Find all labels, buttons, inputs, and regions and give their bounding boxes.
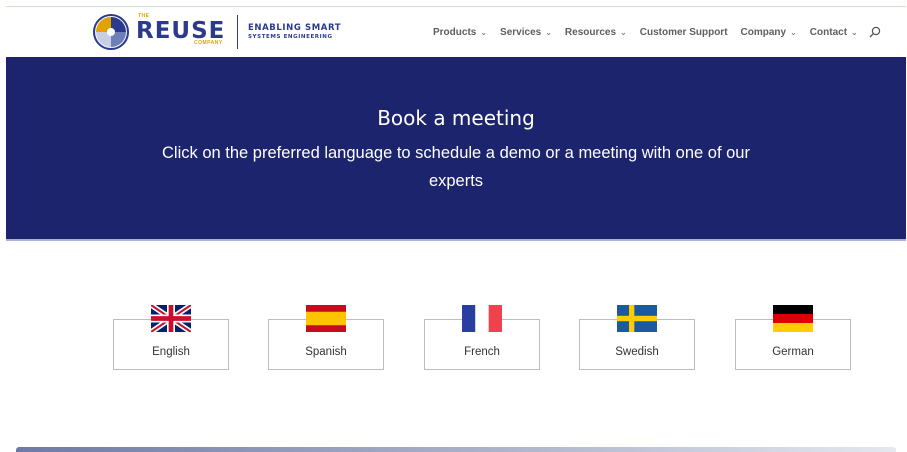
nav-item-services[interactable]: Services ⌄ (500, 27, 552, 38)
france-flag-icon[interactable] (462, 305, 502, 332)
chevron-down-icon: ⌄ (620, 27, 627, 37)
nav-item-products[interactable]: Products ⌄ (433, 27, 487, 38)
chevron-down-icon: ⌄ (790, 27, 797, 37)
brand-suffix: COMPANY (194, 40, 223, 46)
page-frame: THE REUSE COMPANY ENABLING SMART SYSTEMS… (6, 6, 906, 452)
language-label: Spanish (305, 346, 347, 358)
page-title: Book a meeting (377, 106, 535, 130)
reuse-logo-icon[interactable] (92, 13, 132, 51)
language-label: French (464, 346, 500, 358)
nav-label: Services (500, 26, 542, 38)
nav-label: Contact (809, 26, 848, 38)
nav-label: Customer Support (639, 26, 728, 38)
brand-divider (237, 15, 238, 49)
nav-label: Company (740, 26, 787, 38)
language-label: Swedish (615, 346, 659, 358)
nav-label: Products (433, 26, 477, 38)
tagline-line2: SYSTEMS ENGINEERING (248, 34, 333, 40)
language-label: German (772, 346, 814, 358)
nav-item-customer-support[interactable]: Customer Support (640, 27, 728, 38)
hero-subtitle: Click on the preferred language to sched… (162, 144, 750, 190)
spain-flag-icon[interactable] (306, 305, 346, 332)
sweden-flag-icon[interactable] (617, 305, 657, 332)
chevron-down-icon: ⌄ (545, 27, 552, 37)
section-divider (16, 447, 896, 452)
site-header: THE REUSE COMPANY ENABLING SMART SYSTEMS… (6, 7, 906, 57)
uk-flag-icon[interactable] (151, 305, 191, 332)
search-icon[interactable] (869, 26, 881, 38)
chevron-down-icon: ⌄ (851, 27, 858, 37)
nav-label: Resources (564, 26, 617, 38)
main-nav: Products ⌄ Services ⌄ Resources ⌄ Custom… (433, 25, 881, 39)
nav-item-contact[interactable]: Contact ⌄ (810, 27, 858, 38)
chevron-down-icon: ⌄ (480, 27, 488, 37)
hero-banner: Book a meeting Click on the preferred la… (6, 57, 906, 241)
nav-item-company[interactable]: Company ⌄ (741, 27, 797, 38)
germany-flag-icon[interactable] (773, 305, 813, 332)
tagline-line1: ENABLING SMART (248, 23, 342, 33)
nav-item-resources[interactable]: Resources ⌄ (565, 27, 627, 38)
language-label: English (152, 346, 190, 358)
